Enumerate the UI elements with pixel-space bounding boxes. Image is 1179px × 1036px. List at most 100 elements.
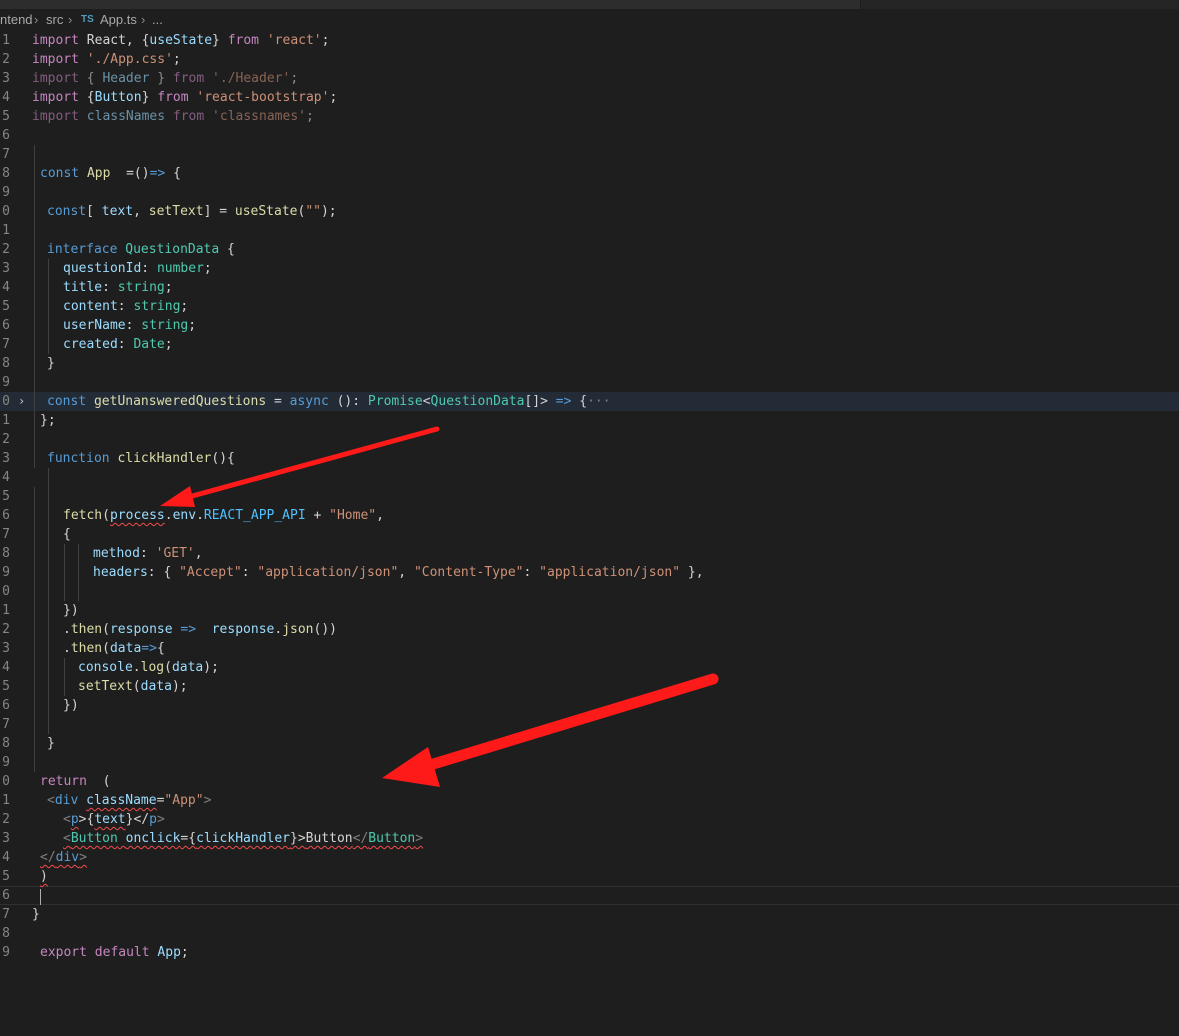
jsx-component: Button (70, 831, 118, 846)
breadcrumb-folder[interactable]: ntend (0, 9, 33, 31)
line-number[interactable]: 4 (0, 468, 10, 487)
property-name: created (63, 337, 118, 352)
code-token: } (149, 71, 173, 86)
code-line-43[interactable]: <Button onclick={clickHandler}>Button</B… (0, 829, 1179, 848)
code-token: : (241, 565, 258, 580)
code-token: < (63, 831, 71, 846)
code-line-10[interactable]: const[ text, setText] = useState(""); (0, 202, 1179, 221)
code-line-23[interactable]: function clickHandler(){ (0, 449, 1179, 468)
code-line-45[interactable]: ) (0, 867, 1179, 886)
code-line-21[interactable]: }; (0, 411, 1179, 430)
code-line-2[interactable]: import './App.css'; (0, 50, 1179, 69)
code-token: ); (171, 679, 188, 694)
code-line-31[interactable]: }) (0, 601, 1179, 620)
code-line-5[interactable]: import classNames from 'classnames'; (0, 107, 1179, 126)
code-line-28[interactable]: method: 'GET', (0, 544, 1179, 563)
code-token: < (63, 812, 71, 827)
code-editor[interactable]: 1234567890123456789012345678901234567890… (0, 31, 1179, 1036)
line-number[interactable]: 8 (0, 924, 10, 943)
line-number[interactable]: 6 (0, 886, 10, 905)
tab[interactable] (0, 0, 241, 9)
tab[interactable] (620, 0, 861, 9)
code-line-27[interactable]: { (0, 525, 1179, 544)
identifier: response (211, 622, 275, 637)
code-token: { (78, 90, 95, 105)
code-token: ; (188, 318, 197, 333)
tab[interactable] (360, 0, 481, 9)
arrow-operator: => (180, 622, 197, 637)
string-literal: 'GET' (155, 546, 195, 561)
code-line-49[interactable]: export default App; (0, 943, 1179, 962)
code-token: . (63, 622, 71, 637)
code-line-18[interactable]: } (0, 354, 1179, 373)
code-token: > (415, 831, 424, 846)
code-line-34[interactable]: console.log(data); (0, 658, 1179, 677)
code-line-36[interactable]: }) (0, 696, 1179, 715)
breadcrumb-src[interactable]: src (46, 9, 63, 31)
jsx-attribute: onclick (125, 831, 181, 846)
code-line-20[interactable]: › const getUnansweredQuestions = async (… (0, 392, 1179, 411)
code-line-15[interactable]: content: string; (0, 297, 1179, 316)
line-number[interactable]: 9 (0, 183, 10, 202)
string-literal: './App.css' (86, 52, 173, 67)
line-number[interactable]: 0 (0, 582, 10, 601)
tab[interactable] (240, 0, 361, 9)
code-line-32[interactable]: .then(response => response.json()) (0, 620, 1179, 639)
jsx-text: Button (305, 831, 353, 846)
code-token: ; (321, 33, 330, 48)
code-line-42[interactable]: <p>{text}</p> (0, 810, 1179, 829)
code-token: ; (164, 337, 173, 352)
function-name: useState (234, 204, 298, 219)
code-line-1[interactable]: import React, {useState} from 'react'; (0, 31, 1179, 50)
code-token: ( (86, 774, 111, 789)
line-number[interactable]: 9 (0, 373, 10, 392)
code-line-17[interactable]: created: Date; (0, 335, 1179, 354)
keyword: import (32, 109, 79, 124)
code-line-16[interactable]: userName: string; (0, 316, 1179, 335)
code-token: ); (320, 204, 337, 219)
code-token: : (141, 261, 157, 276)
code-token: : (125, 318, 142, 333)
line-number[interactable]: 6 (0, 126, 10, 145)
breadcrumb-symbol[interactable]: ... (152, 9, 163, 31)
folded-region-ellipsis[interactable]: ··· (587, 394, 610, 409)
string-literal: 'react' (266, 33, 322, 48)
code-line-13[interactable]: questionId: number; (0, 259, 1179, 278)
fold-chevron-right-icon[interactable]: › (18, 392, 25, 411)
code-line-35[interactable]: setText(data); (0, 677, 1179, 696)
string-literal: "App" (164, 793, 204, 808)
code-line-44[interactable]: </div> (0, 848, 1179, 867)
code-line-4[interactable]: import {Button} from 'react-bootstrap'; (0, 88, 1179, 107)
code-line-14[interactable]: title: string; (0, 278, 1179, 297)
code-line-12[interactable]: interface QuestionData { (0, 240, 1179, 259)
tab[interactable] (480, 0, 621, 9)
line-number[interactable]: 7 (0, 145, 10, 164)
keyword: from (172, 109, 205, 124)
keyword: async (289, 394, 329, 409)
code-line-8[interactable]: const App =()=> { (0, 164, 1179, 183)
code-token: ) (40, 869, 48, 884)
code-line-47[interactable]: } (0, 905, 1179, 924)
code-line-38[interactable]: } (0, 734, 1179, 753)
function-name: json (282, 622, 314, 637)
line-number[interactable]: 1 (0, 221, 10, 240)
code-token: ; (180, 299, 189, 314)
code-line-26[interactable]: fetch(process.env.REACT_APP_API + "Home"… (0, 506, 1179, 525)
line-number[interactable]: 5 (0, 487, 10, 506)
code-line-33[interactable]: .then(data=>{ (0, 639, 1179, 658)
line-number[interactable]: 9 (0, 753, 10, 772)
code-token: . (63, 641, 71, 656)
code-line-29[interactable]: headers: { "Accept": "application/json",… (0, 563, 1179, 582)
code-line-3[interactable]: import { Header } from './Header'; (0, 69, 1179, 88)
code-line-40[interactable]: return ( (0, 772, 1179, 791)
code-token: </ (352, 831, 369, 846)
breadcrumb-file[interactable]: App.ts (100, 9, 137, 31)
line-number[interactable]: 7 (0, 715, 10, 734)
code-token: { (219, 242, 235, 257)
code-token: : (117, 337, 134, 352)
code-line-41[interactable]: <div className="App"> (0, 791, 1179, 810)
code-token: , (194, 546, 203, 561)
